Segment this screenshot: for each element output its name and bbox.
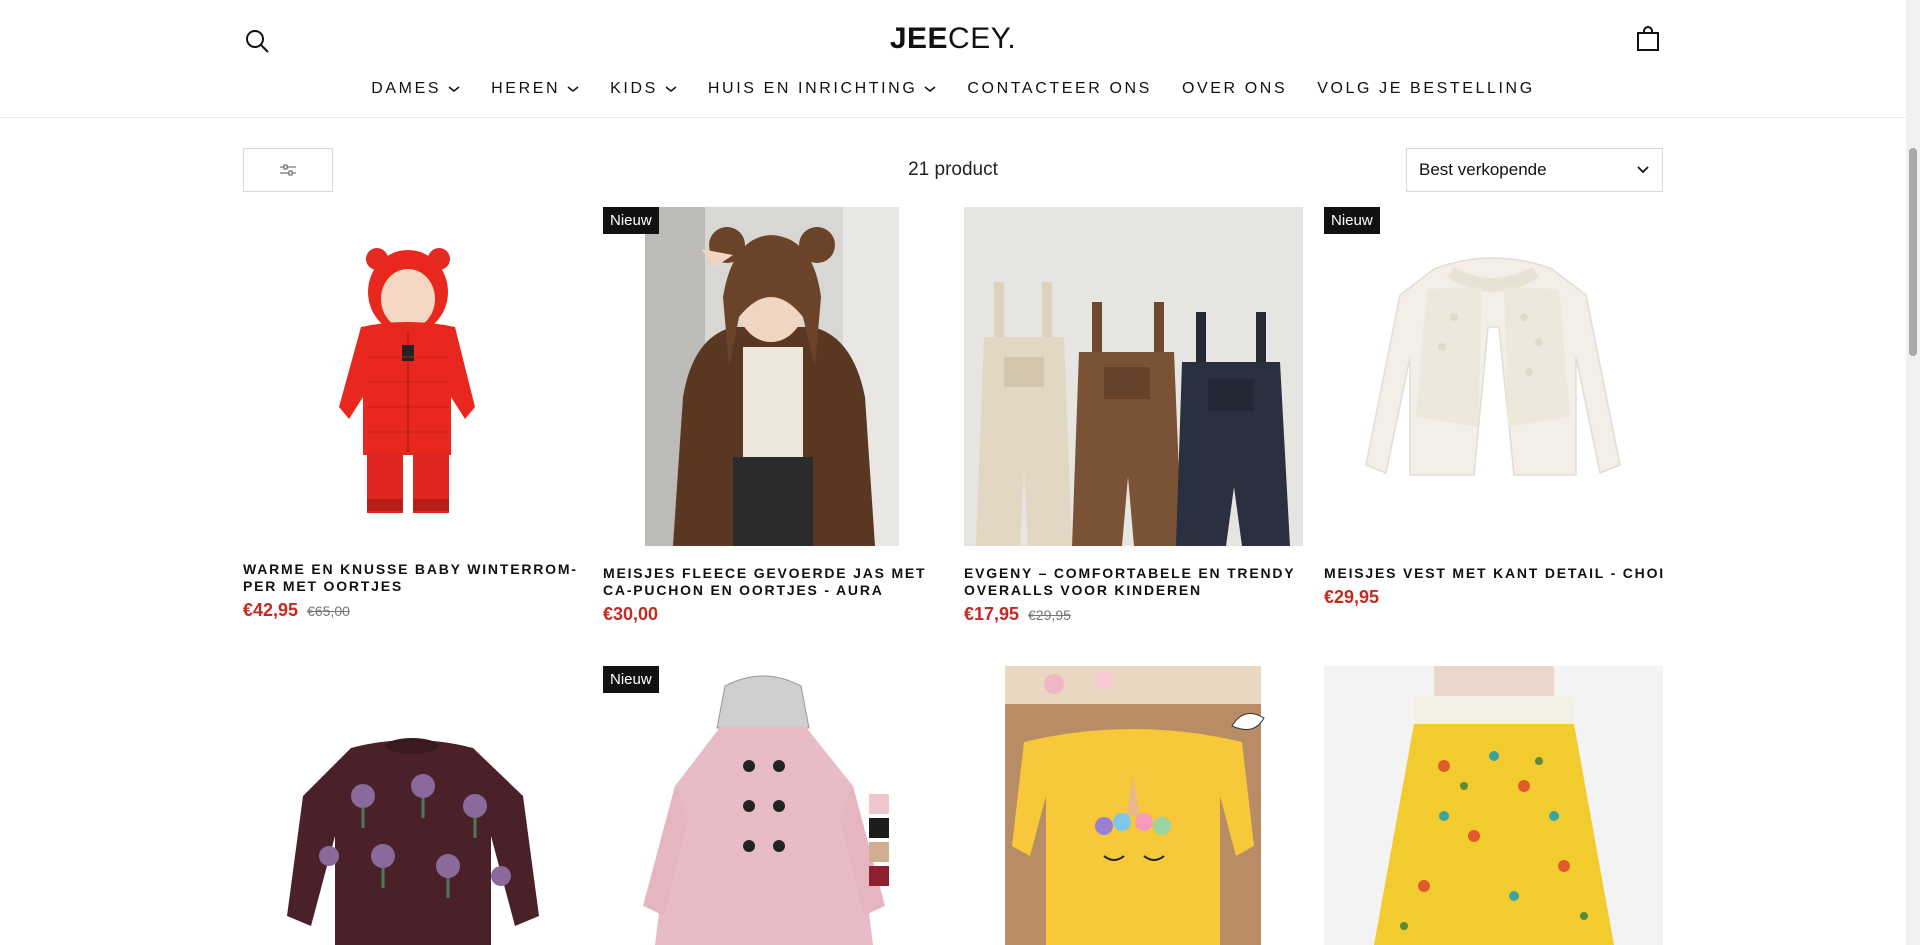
new-badge: Nieuw xyxy=(1324,207,1380,234)
nav-item-label: KIDS xyxy=(610,80,658,97)
nav-item-label: HEREN xyxy=(491,80,561,97)
product-image[interactable]: Nieuw xyxy=(603,666,942,945)
product-title[interactable]: MEISJES VEST MET KANT DETAIL - CHOI xyxy=(1324,565,1663,582)
logo-bold-text: JEE xyxy=(889,22,949,55)
shopping-bag-icon[interactable] xyxy=(1636,26,1660,52)
product-title[interactable]: WARME EN KNUSSE BABY WINTERROM-PER MET O… xyxy=(243,561,582,595)
site-header: JEECEY. DAMES HEREN KIDS HUIS EN INRICHT… xyxy=(0,0,1906,118)
page-scrollbar[interactable] xyxy=(1906,0,1920,945)
product-prices: €30,00 xyxy=(603,604,942,625)
nav-item-label: OVER ONS xyxy=(1181,80,1288,97)
scrollbar-thumb[interactable] xyxy=(1909,148,1917,356)
nav-item-label: DAMES xyxy=(371,80,442,97)
main-navigation: DAMES HEREN KIDS HUIS EN INRICHTING CONT… xyxy=(0,80,1906,98)
product-image[interactable] xyxy=(243,207,582,546)
nav-item-label: CONTACTEER ONS xyxy=(967,80,1152,97)
chevron-down-icon xyxy=(1637,166,1649,174)
chevron-down-icon xyxy=(448,86,460,92)
product-image[interactable] xyxy=(243,666,582,945)
nav-item-contacteer-ons[interactable]: CONTACTEER ONS xyxy=(967,80,1152,98)
nav-item-label: VOLG JE BESTELLING xyxy=(1317,80,1535,97)
product-price: €29,95 xyxy=(1324,587,1380,607)
logo-light-text: CEY. xyxy=(948,22,1017,55)
product-compare-price: €65,00 xyxy=(307,603,350,619)
product-prices: €17,95 €29,95 xyxy=(964,604,1303,625)
chevron-down-icon xyxy=(567,86,579,92)
nav-item-huis-en-inrichting[interactable]: HUIS EN INRICHTING xyxy=(708,80,937,98)
product-image[interactable]: Nieuw xyxy=(603,207,942,546)
chevron-down-icon xyxy=(665,86,677,92)
nav-item-label: HUIS EN INRICHTING xyxy=(707,80,918,97)
sort-dropdown[interactable]: Best verkopende xyxy=(1406,148,1663,192)
product-card[interactable]: Nieuw MEISJES FLEECE GEVOERDE JAS MET CA… xyxy=(603,207,942,625)
nav-item-kids[interactable]: KIDS xyxy=(610,80,678,98)
product-card[interactable] xyxy=(964,666,1303,945)
product-image[interactable] xyxy=(964,666,1303,945)
product-image[interactable] xyxy=(1324,666,1663,945)
product-price: €17,95 xyxy=(964,604,1020,624)
nav-item-over-ons[interactable]: OVER ONS xyxy=(1182,80,1287,98)
product-image[interactable] xyxy=(964,207,1303,546)
nav-item-heren[interactable]: HEREN xyxy=(491,80,580,98)
new-badge: Nieuw xyxy=(603,207,659,234)
site-logo[interactable]: JEECEY. xyxy=(0,22,1906,56)
product-prices: €29,95 xyxy=(1324,587,1663,608)
product-price: €30,00 xyxy=(603,604,659,624)
product-title[interactable]: MEISJES FLEECE GEVOERDE JAS MET CA-PUCHO… xyxy=(603,565,942,599)
new-badge: Nieuw xyxy=(603,666,659,693)
product-title[interactable]: EVGENY – COMFORTABELE EN TRENDY OVERALLS… xyxy=(964,565,1303,599)
product-compare-price: €29,95 xyxy=(1028,607,1071,623)
product-card[interactable] xyxy=(1324,666,1663,945)
nav-item-volg-je-bestelling[interactable]: VOLG JE BESTELLING xyxy=(1317,80,1535,98)
product-image[interactable]: Nieuw xyxy=(1324,207,1663,546)
product-card[interactable]: Nieuw MEISJES VEST MET KANT DETAIL - CHO… xyxy=(1324,207,1663,608)
product-card[interactable] xyxy=(243,666,582,945)
product-prices: €42,95 €65,00 xyxy=(243,600,582,621)
product-card[interactable]: EVGENY – COMFORTABELE EN TRENDY OVERALLS… xyxy=(964,207,1303,625)
chevron-down-icon xyxy=(924,86,936,92)
product-card[interactable]: WARME EN KNUSSE BABY WINTERROM-PER MET O… xyxy=(243,207,582,621)
nav-item-dames[interactable]: DAMES xyxy=(371,80,461,98)
product-card[interactable]: Nieuw xyxy=(603,666,942,945)
sort-selected-value: Best verkopende xyxy=(1419,160,1547,179)
product-price: €42,95 xyxy=(243,600,299,620)
